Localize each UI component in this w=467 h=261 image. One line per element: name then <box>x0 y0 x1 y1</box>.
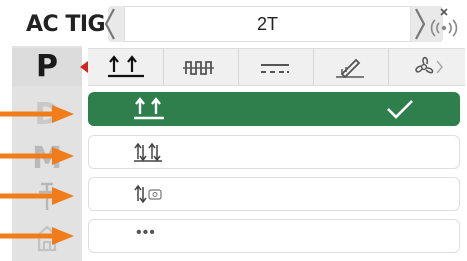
tab-dc-line-icon[interactable] <box>253 52 297 82</box>
job-value: 2T <box>256 14 278 34</box>
arrow-annotation-icon <box>0 146 76 166</box>
more-label: ••• <box>136 224 156 241</box>
tab-trigger-2t-icon[interactable] <box>104 52 148 82</box>
tab-divider <box>238 48 239 86</box>
arrow-annotation-icon <box>0 226 76 246</box>
chevron-right-icon[interactable] <box>412 6 428 42</box>
tab-torch-pen-icon[interactable] <box>328 52 372 82</box>
wireless-off-icon[interactable] <box>428 6 460 42</box>
trigger-2t-icon <box>130 94 174 124</box>
tab-pulse-icon[interactable] <box>178 52 222 82</box>
check-icon <box>382 95 418 123</box>
tab-divider <box>388 48 389 86</box>
arrow-annotation-icon <box>0 104 76 124</box>
arrow-annotation-icon <box>0 186 76 206</box>
tab-divider <box>163 48 164 86</box>
active-marker-icon <box>80 61 88 73</box>
trigger-4t-icon <box>130 137 174 167</box>
chevron-left-icon[interactable] <box>102 6 118 42</box>
rail-item-p[interactable]: P <box>12 48 82 86</box>
tab-divider <box>313 48 314 86</box>
mode-title: AC TIG <box>26 12 106 37</box>
trigger-remote-icon <box>130 179 174 209</box>
tab-fan-icon[interactable] <box>403 52 447 82</box>
